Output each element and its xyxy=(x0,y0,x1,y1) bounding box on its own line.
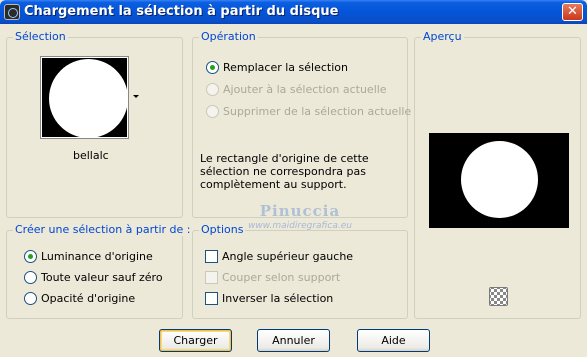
operation-note: Le rectangle d'origine de cette sélectio… xyxy=(200,152,369,191)
checkbox-invert-selection[interactable]: Inverser la sélection xyxy=(205,292,333,306)
radio-button[interactable] xyxy=(24,271,37,284)
selection-shape-name: bellalc xyxy=(73,149,109,162)
checkbox-label: Couper selon support xyxy=(222,271,341,284)
proof-checkerboard-icon[interactable] xyxy=(489,287,508,306)
window-title: Chargement la sélection à partir du disq… xyxy=(24,4,339,19)
preview-disc xyxy=(461,141,538,218)
checkbox-top-left-corner[interactable]: Angle supérieur gauche xyxy=(205,250,353,264)
radio-label: Supprimer de la sélection actuelle xyxy=(223,105,412,118)
selection-group-label: Sélection xyxy=(13,30,68,43)
title-bar: Chargement la sélection à partir du disq… xyxy=(0,0,587,24)
load-button[interactable]: Charger xyxy=(159,329,232,352)
radio-button[interactable] xyxy=(206,61,219,74)
checkbox-label: Inverser la sélection xyxy=(222,292,334,305)
checkbox[interactable] xyxy=(205,271,218,284)
radio-label: Luminance d'origine xyxy=(41,250,153,263)
chevron-down-icon[interactable] xyxy=(133,95,139,98)
create-from-group-label: Créer une sélection à partir de : xyxy=(13,223,193,236)
radio-source-opacity[interactable]: Opacité d'origine xyxy=(24,292,135,306)
radio-button[interactable] xyxy=(206,83,219,96)
shape-preview-disc xyxy=(49,59,128,138)
radio-add-selection[interactable]: Ajouter à la sélection actuelle xyxy=(206,83,387,97)
radio-source-nonzero[interactable]: Toute valeur sauf zéro xyxy=(24,271,163,285)
app-icon[interactable] xyxy=(4,4,20,20)
radio-label: Ajouter à la sélection actuelle xyxy=(223,83,387,96)
options-group-label: Options xyxy=(199,223,246,236)
help-button[interactable]: Aide xyxy=(357,329,430,352)
close-button[interactable]: ✕ xyxy=(562,3,583,21)
selection-shape-thumbnail[interactable] xyxy=(40,56,129,139)
radio-button[interactable] xyxy=(24,292,37,305)
radio-label: Toute valeur sauf zéro xyxy=(41,271,163,284)
preview-group-label: Aperçu xyxy=(421,30,464,43)
radio-subtract-selection[interactable]: Supprimer de la sélection actuelle xyxy=(206,105,411,119)
radio-button[interactable] xyxy=(24,250,37,263)
radio-label: Remplacer la sélection xyxy=(223,61,348,74)
radio-replace-selection[interactable]: Remplacer la sélection xyxy=(206,61,348,75)
cancel-button[interactable]: Annuler xyxy=(257,329,330,352)
preview-canvas xyxy=(429,133,569,228)
checkbox[interactable] xyxy=(205,292,218,305)
checkbox-label: Angle supérieur gauche xyxy=(222,250,354,263)
radio-source-luminance[interactable]: Luminance d'origine xyxy=(24,250,153,264)
radio-button[interactable] xyxy=(206,105,219,118)
operation-group-label: Opération xyxy=(199,30,258,43)
radio-label: Opacité d'origine xyxy=(41,292,136,305)
checkbox[interactable] xyxy=(205,250,218,263)
checkbox-crop-to-canvas[interactable]: Couper selon support xyxy=(205,271,340,285)
